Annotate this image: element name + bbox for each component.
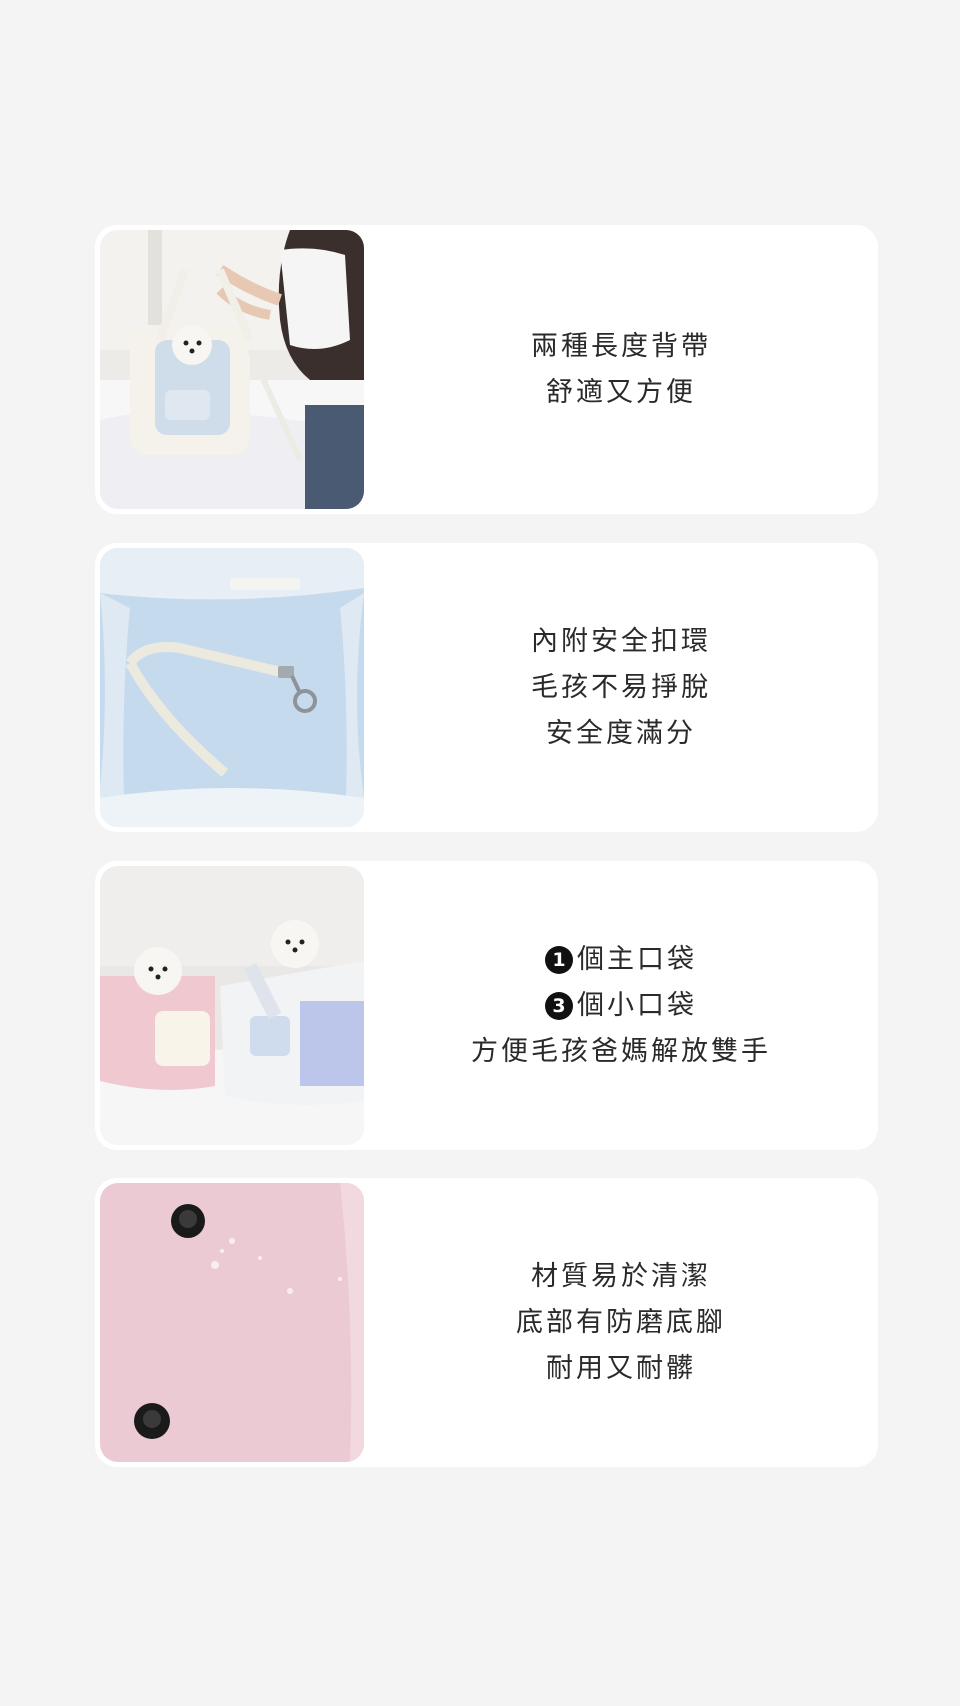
- feature-line: 內附安全扣環: [531, 625, 711, 657]
- bag-interior-safety-clip-photo: [100, 548, 364, 827]
- feature-card-material: 材質易於清潔 底部有防磨底腳 耐用又耐髒: [95, 1178, 878, 1467]
- feature-text: 兩種長度背帶 舒適又方便: [364, 225, 878, 514]
- feature-line: 方便毛孩爸媽解放雙手: [471, 1035, 771, 1067]
- feature-text: 1 個主口袋 3 個小口袋 方便毛孩爸媽解放雙手: [364, 861, 878, 1150]
- feature-line-text: 個小口袋: [577, 989, 697, 1021]
- feature-line: 底部有防磨底腳: [516, 1306, 726, 1338]
- feature-line: 耐用又耐髒: [546, 1352, 696, 1384]
- pink-fabric-bottom-feet-photo: [100, 1183, 364, 1462]
- two-dogs-in-bags-photo: [100, 866, 364, 1145]
- feature-line: 兩種長度背帶: [531, 330, 711, 362]
- number-badge: 3: [545, 991, 573, 1020]
- carrier-bag-held-photo: [100, 230, 364, 509]
- feature-card-pockets: 1 個主口袋 3 個小口袋 方便毛孩爸媽解放雙手: [95, 861, 878, 1150]
- feature-line-text: 個主口袋: [577, 943, 697, 975]
- feature-line: 材質易於清潔: [531, 1260, 711, 1292]
- feature-text: 材質易於清潔 底部有防磨底腳 耐用又耐髒: [364, 1178, 878, 1467]
- feature-line: 1 個主口袋: [545, 937, 697, 983]
- feature-line: 毛孩不易掙脫: [531, 671, 711, 703]
- feature-card-straps: 兩種長度背帶 舒適又方便: [95, 225, 878, 514]
- feature-card-safety-clip: 內附安全扣環 毛孩不易掙脫 安全度滿分: [95, 543, 878, 832]
- feature-line: 舒適又方便: [546, 376, 696, 408]
- feature-line: 安全度滿分: [546, 717, 696, 749]
- number-badge: 1: [545, 945, 573, 974]
- feature-text: 內附安全扣環 毛孩不易掙脫 安全度滿分: [364, 543, 878, 832]
- feature-line: 3 個小口袋: [545, 983, 697, 1029]
